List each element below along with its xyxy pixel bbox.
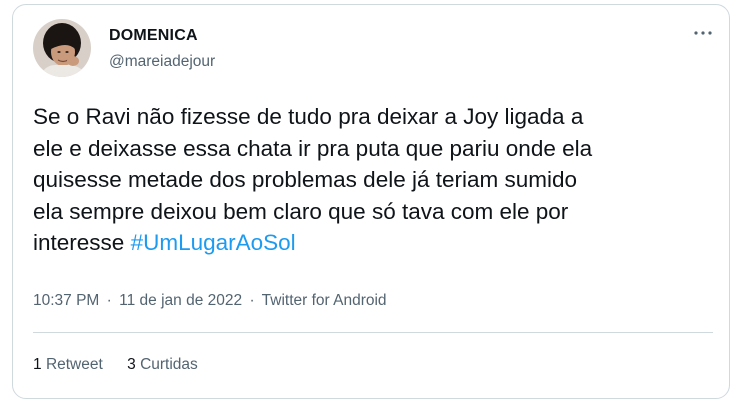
likes-stat[interactable]: 3 Curtidas [127,356,198,374]
author-display-name[interactable]: DOMENICA [109,27,198,45]
tweet-text: Se o Ravi não fizesse de tudo pra deixar… [33,101,713,259]
divider [33,332,713,333]
hashtag-link[interactable]: #UmLugarAoSol [131,230,296,255]
avatar[interactable] [33,19,91,77]
likes-label: Curtidas [140,356,198,373]
tweet-time[interactable]: 10:37 PM [33,292,99,309]
avatar-image [33,19,91,77]
author-handle[interactable]: @mareiadejour [109,53,215,71]
more-options-icon[interactable] [691,23,715,43]
separator: · [249,292,255,309]
tweet-body: Se o Ravi não fizesse de tudo pra deixar… [33,104,593,255]
tweet-metadata: 10:37 PM · 11 de jan de 2022 · Twitter f… [33,292,387,310]
likes-count: 3 [127,356,136,373]
tweet-source[interactable]: Twitter for Android [262,292,387,309]
tweet-stats: 1 Retweet 3 Curtidas [33,356,218,374]
separator: · [106,292,112,309]
tweet-card: DOMENICA @mareiadejour Se o Ravi não fiz… [12,4,730,399]
tweet-date[interactable]: 11 de jan de 2022 [119,292,242,309]
retweets-stat[interactable]: 1 Retweet [33,356,103,374]
retweets-count: 1 [33,356,42,373]
retweets-label: Retweet [45,356,103,373]
